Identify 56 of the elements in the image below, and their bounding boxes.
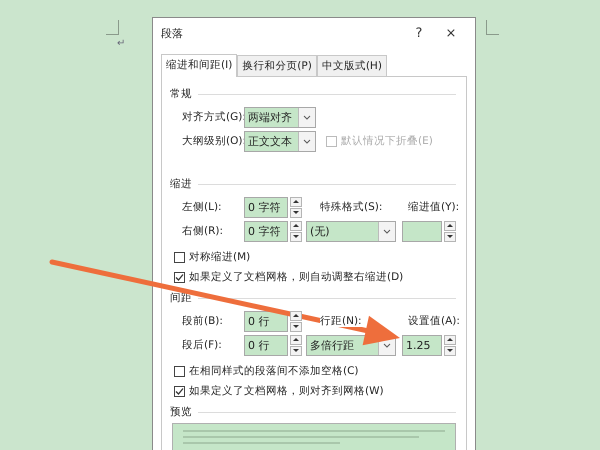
checkbox[interactable] [174,366,185,376]
field-label: 段后(F): [182,338,223,352]
field-label: 缩进值(Y): [408,200,460,214]
chevron-down-icon [303,138,311,144]
spin-up-button[interactable] [290,310,302,320]
section-heading: 预览 [170,405,192,419]
field-label: 左侧(L): [182,200,223,214]
indent-by-field[interactable] [402,220,442,242]
chevron-down-icon [303,114,311,120]
checkbox[interactable] [174,252,185,262]
help-button[interactable]: ? [403,26,435,40]
left-indent-field[interactable]: 0 字符 [244,196,288,218]
spin-down-button[interactable] [290,208,302,218]
field-label: 特殊格式(S): [320,201,382,213]
spin-up-button[interactable] [444,334,456,344]
spin-down-button[interactable] [444,346,456,356]
chevron-down-icon [383,228,391,234]
outline-level-dropdown[interactable]: 正文文本 [244,130,316,152]
spin-down-button[interactable] [444,232,456,242]
checkbox-label: 如果定义了文档网格，则对齐到网格(W) [189,384,384,398]
field-label: 右侧(R): [182,224,224,238]
section-heading: 常规 [170,87,192,101]
spin-up-button[interactable] [290,220,302,230]
close-button[interactable]: × [435,26,467,40]
paragraph-mark: ↵ [117,38,126,49]
crop-mark [106,20,119,35]
tab[interactable]: 缩进和间距(I) [161,54,238,77]
spin-down-button[interactable] [290,346,302,356]
spin-up-button[interactable] [290,334,302,344]
spin-down-button[interactable] [290,232,302,242]
checkbox-label: 如果定义了文档网格，则自动调整右缩进(D) [189,270,404,284]
checkbox-label: 在相同样式的段落间不添加空格(C) [189,364,359,378]
right-indent-field[interactable]: 0 字符 [244,220,288,242]
spin-up-button[interactable] [444,220,456,230]
field-label: 段前(B): [182,314,224,328]
field-label: 行距(N): [320,315,362,327]
tab[interactable]: 中文版式(H) [316,55,387,76]
section-heading: 缩进 [170,177,192,191]
field-label: 大纲级别(O): [182,134,244,148]
field-label: 设置值(A): [408,314,460,328]
checkbox[interactable] [174,272,185,282]
alignment-dropdown[interactable]: 两端对齐 [244,106,316,128]
spin-up-button[interactable] [290,196,302,206]
spin-down-button[interactable] [290,322,302,332]
checkbox-label: 默认情况下折叠(E) [341,134,433,148]
line-spacing-value-field[interactable]: 1.25 [402,334,442,356]
special-format-dropdown[interactable]: (无) [306,220,396,242]
tab[interactable]: 换行和分页(P) [237,55,317,76]
field-label: 对齐方式(G): [182,110,244,124]
chevron-down-icon [383,342,391,348]
space-before-field[interactable]: 0 行 [244,310,288,332]
crop-mark [486,20,499,35]
window-title: 段落 [161,26,184,40]
checkbox[interactable] [174,386,185,396]
space-after-field[interactable]: 0 行 [244,334,288,356]
checkbox-label: 对称缩进(M) [189,250,250,264]
